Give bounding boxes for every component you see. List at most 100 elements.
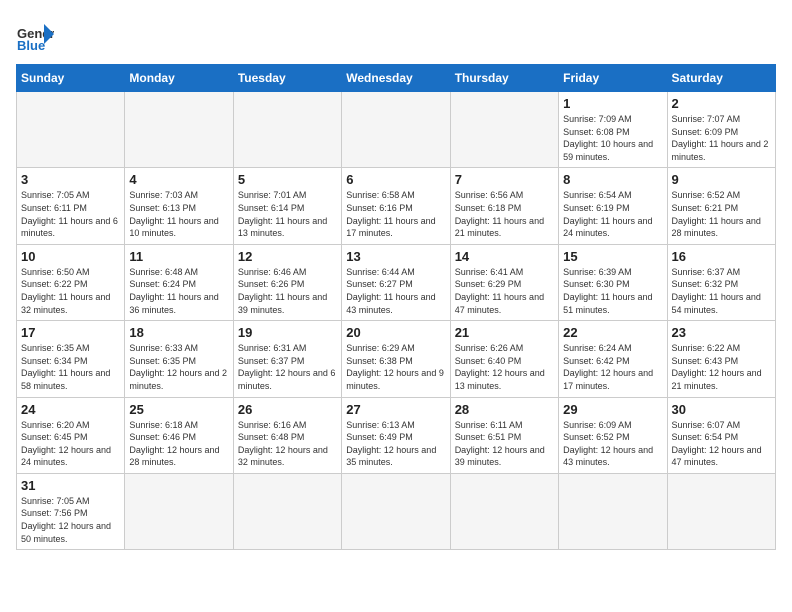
calendar-cell [559,473,667,549]
day-info: Sunrise: 6:35 AM Sunset: 6:34 PM Dayligh… [21,342,120,392]
calendar-cell: 16 Sunrise: 6:37 AM Sunset: 6:32 PM Dayli… [667,244,775,320]
calendar-cell: 6 Sunrise: 6:58 AM Sunset: 6:16 PM Daylig… [342,168,450,244]
svg-text:Blue: Blue [17,38,45,53]
day-info: Sunrise: 7:01 AM Sunset: 6:14 PM Dayligh… [238,189,337,239]
calendar-cell [233,92,341,168]
calendar-cell [450,92,558,168]
day-number: 9 [672,172,771,187]
day-info: Sunrise: 6:31 AM Sunset: 6:37 PM Dayligh… [238,342,337,392]
calendar-cell: 11 Sunrise: 6:48 AM Sunset: 6:24 PM Dayli… [125,244,233,320]
calendar-cell: 18Sunrise: 6:33 AM Sunset: 6:35 PM Dayli… [125,321,233,397]
calendar-cell: 31 Sunrise: 7:05 AM Sunset: 7:56 PM Dayli… [17,473,125,549]
calendar-cell: 12Sunrise: 6:46 AM Sunset: 6:26 PM Dayli… [233,244,341,320]
calendar-cell: 4 Sunrise: 7:03 AM Sunset: 6:13 PM Daylig… [125,168,233,244]
calendar-cell: 29Sunrise: 6:09 AM Sunset: 6:52 PM Dayli… [559,397,667,473]
day-info: Sunrise: 6:46 AM Sunset: 6:26 PM Dayligh… [238,266,337,316]
calendar-cell: 17Sunrise: 6:35 AM Sunset: 6:34 PM Dayli… [17,321,125,397]
day-number: 6 [346,172,445,187]
header: General Blue [16,16,776,54]
calendar-cell: 20Sunrise: 6:29 AM Sunset: 6:38 PM Dayli… [342,321,450,397]
calendar-cell: 15 Sunrise: 6:39 AM Sunset: 6:30 PM Dayli… [559,244,667,320]
day-info: Sunrise: 6:20 AM Sunset: 6:45 PM Dayligh… [21,419,120,469]
calendar-cell: 23 Sunrise: 6:22 AM Sunset: 6:43 PM Dayli… [667,321,775,397]
day-number: 14 [455,249,554,264]
calendar-cell: 14 Sunrise: 6:41 AM Sunset: 6:29 PM Dayli… [450,244,558,320]
day-info: Sunrise: 6:48 AM Sunset: 6:24 PM Dayligh… [129,266,228,316]
calendar-cell [450,473,558,549]
day-info: Sunrise: 7:05 AM Sunset: 6:11 PM Dayligh… [21,189,120,239]
day-info: Sunrise: 6:18 AM Sunset: 6:46 PM Dayligh… [129,419,228,469]
calendar-cell: 24 Sunrise: 6:20 AM Sunset: 6:45 PM Dayli… [17,397,125,473]
day-number: 15 [563,249,662,264]
calendar-table: SundayMondayTuesdayWednesdayThursdayFrid… [16,64,776,550]
calendar-cell [667,473,775,549]
day-number: 11 [129,249,228,264]
day-number: 8 [563,172,662,187]
day-info: Sunrise: 6:16 AM Sunset: 6:48 PM Dayligh… [238,419,337,469]
day-info: Sunrise: 6:58 AM Sunset: 6:16 PM Dayligh… [346,189,445,239]
calendar-cell: 13 Sunrise: 6:44 AM Sunset: 6:27 PM Dayli… [342,244,450,320]
day-number: 10 [21,249,120,264]
calendar-cell: 22 Sunrise: 6:24 AM Sunset: 6:42 PM Dayli… [559,321,667,397]
calendar-cell: 28Sunrise: 6:11 AM Sunset: 6:51 PM Dayli… [450,397,558,473]
calendar-cell: 10 Sunrise: 6:50 AM Sunset: 6:22 PM Dayli… [17,244,125,320]
day-number: 21 [455,325,554,340]
weekday-header-wednesday: Wednesday [342,65,450,92]
day-info: Sunrise: 6:22 AM Sunset: 6:43 PM Dayligh… [672,342,771,392]
day-info: Sunrise: 6:54 AM Sunset: 6:19 PM Dayligh… [563,189,662,239]
day-number: 16 [672,249,771,264]
calendar-week-row: 17Sunrise: 6:35 AM Sunset: 6:34 PM Dayli… [17,321,776,397]
weekday-header-sunday: Sunday [17,65,125,92]
day-number: 5 [238,172,337,187]
calendar-cell: 19Sunrise: 6:31 AM Sunset: 6:37 PM Dayli… [233,321,341,397]
calendar-week-row: 24 Sunrise: 6:20 AM Sunset: 6:45 PM Dayli… [17,397,776,473]
calendar-cell [342,92,450,168]
day-number: 4 [129,172,228,187]
day-number: 23 [672,325,771,340]
day-info: Sunrise: 6:37 AM Sunset: 6:32 PM Dayligh… [672,266,771,316]
day-info: Sunrise: 6:50 AM Sunset: 6:22 PM Dayligh… [21,266,120,316]
calendar-week-row: 10 Sunrise: 6:50 AM Sunset: 6:22 PM Dayli… [17,244,776,320]
day-info: Sunrise: 7:09 AM Sunset: 6:08 PM Dayligh… [563,113,662,163]
day-number: 28 [455,402,554,417]
day-number: 26 [238,402,337,417]
day-number: 18 [129,325,228,340]
day-info: Sunrise: 6:24 AM Sunset: 6:42 PM Dayligh… [563,342,662,392]
day-info: Sunrise: 7:07 AM Sunset: 6:09 PM Dayligh… [672,113,771,163]
weekday-header-row: SundayMondayTuesdayWednesdayThursdayFrid… [17,65,776,92]
calendar-week-row: 3 Sunrise: 7:05 AM Sunset: 6:11 PM Daylig… [17,168,776,244]
day-info: Sunrise: 6:41 AM Sunset: 6:29 PM Dayligh… [455,266,554,316]
day-info: Sunrise: 6:26 AM Sunset: 6:40 PM Dayligh… [455,342,554,392]
day-number: 3 [21,172,120,187]
calendar-cell [125,92,233,168]
weekday-header-monday: Monday [125,65,233,92]
calendar-cell: 5 Sunrise: 7:01 AM Sunset: 6:14 PM Daylig… [233,168,341,244]
day-info: Sunrise: 6:07 AM Sunset: 6:54 PM Dayligh… [672,419,771,469]
day-info: Sunrise: 6:13 AM Sunset: 6:49 PM Dayligh… [346,419,445,469]
day-number: 22 [563,325,662,340]
weekday-header-friday: Friday [559,65,667,92]
logo-icon: General Blue [16,16,54,54]
day-info: Sunrise: 7:05 AM Sunset: 7:56 PM Dayligh… [21,495,120,545]
calendar-week-row: 31 Sunrise: 7:05 AM Sunset: 7:56 PM Dayli… [17,473,776,549]
day-number: 13 [346,249,445,264]
day-number: 29 [563,402,662,417]
day-number: 25 [129,402,228,417]
day-info: Sunrise: 6:56 AM Sunset: 6:18 PM Dayligh… [455,189,554,239]
day-number: 24 [21,402,120,417]
calendar-cell: 27Sunrise: 6:13 AM Sunset: 6:49 PM Dayli… [342,397,450,473]
calendar-cell [17,92,125,168]
day-number: 31 [21,478,120,493]
day-info: Sunrise: 6:44 AM Sunset: 6:27 PM Dayligh… [346,266,445,316]
calendar-cell: 1Sunrise: 7:09 AM Sunset: 6:08 PM Daylig… [559,92,667,168]
calendar-cell: 25 Sunrise: 6:18 AM Sunset: 6:46 PM Dayli… [125,397,233,473]
day-info: Sunrise: 7:03 AM Sunset: 6:13 PM Dayligh… [129,189,228,239]
calendar-cell: 8 Sunrise: 6:54 AM Sunset: 6:19 PM Daylig… [559,168,667,244]
day-number: 30 [672,402,771,417]
day-number: 2 [672,96,771,111]
weekday-header-saturday: Saturday [667,65,775,92]
day-number: 7 [455,172,554,187]
day-info: Sunrise: 6:29 AM Sunset: 6:38 PM Dayligh… [346,342,445,392]
calendar-cell: 26 Sunrise: 6:16 AM Sunset: 6:48 PM Dayli… [233,397,341,473]
day-info: Sunrise: 6:39 AM Sunset: 6:30 PM Dayligh… [563,266,662,316]
